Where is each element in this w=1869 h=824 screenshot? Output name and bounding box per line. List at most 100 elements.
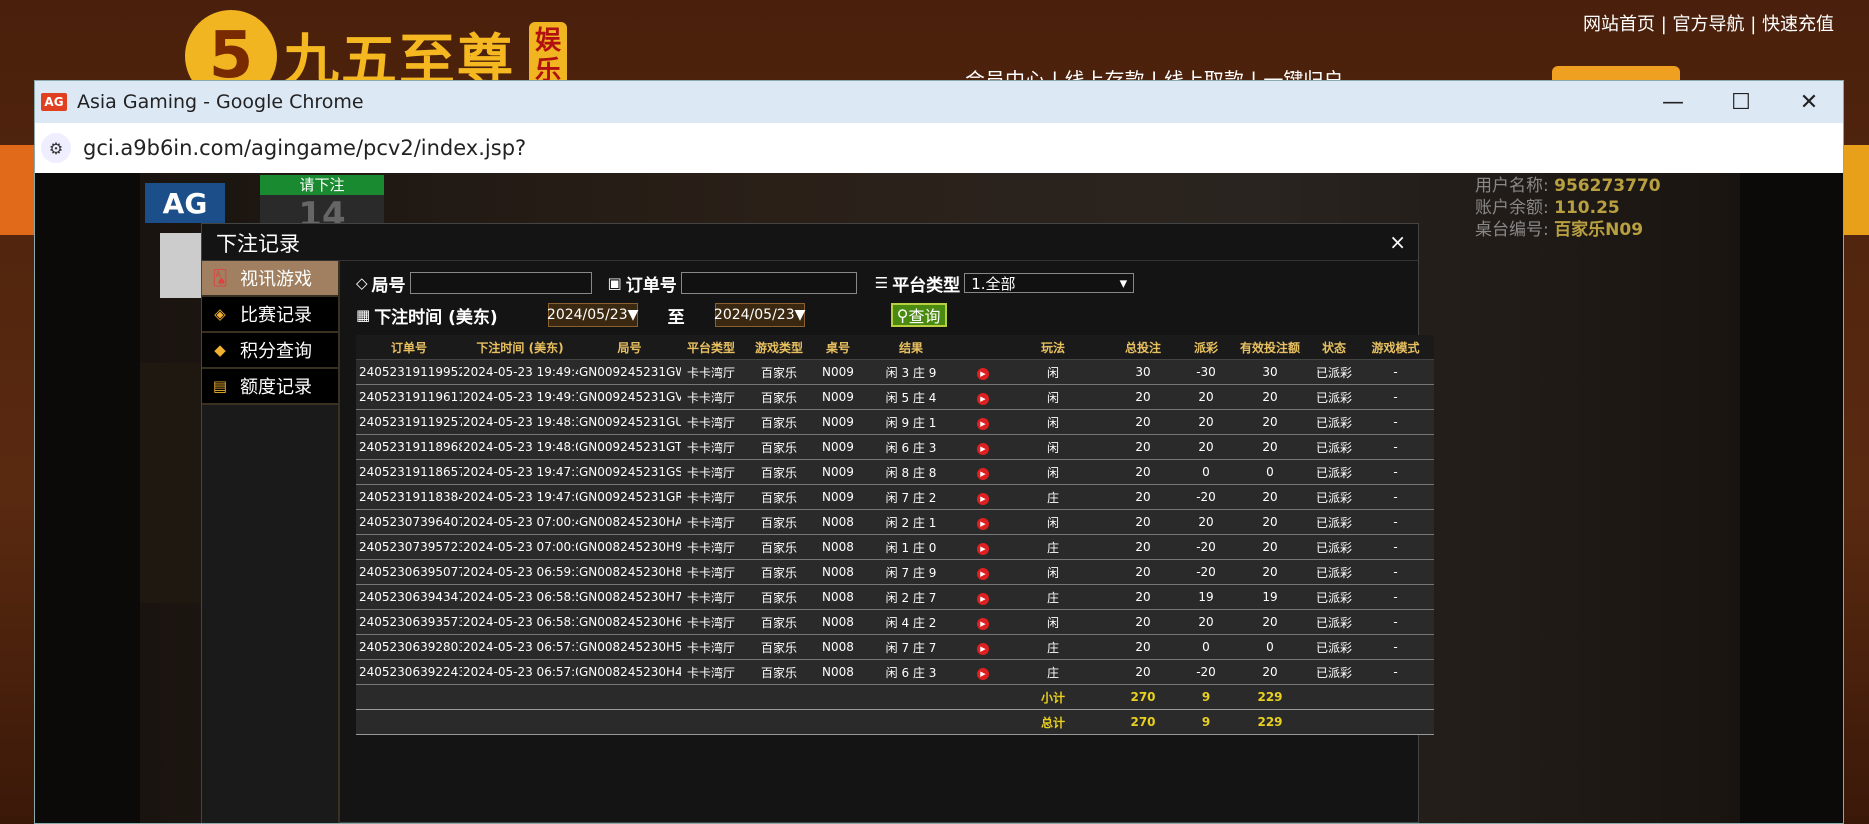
table-row: 2405230739572342024-05-23 07:00:06GN0082…	[356, 534, 1434, 560]
date-from-picker[interactable]: 2024/05/23▼	[547, 303, 638, 327]
table-cell: -30	[1183, 359, 1229, 385]
play-video-icon[interactable]: ▶	[977, 517, 989, 530]
table-cell: ▶	[963, 509, 1003, 535]
nav-credit-records[interactable]: ▤ 额度记录	[202, 369, 338, 405]
nav-label: 比赛记录	[240, 305, 312, 326]
table-cell: 20	[1103, 459, 1183, 485]
play-video-icon[interactable]: ▶	[977, 392, 989, 405]
list-icon: ☰	[874, 274, 889, 292]
table-cell: 20	[1183, 609, 1229, 635]
subtotal-cell: 229	[1229, 684, 1311, 710]
table-cell: 闲	[1003, 609, 1103, 635]
table-cell: 2024-05-23 06:59:30	[462, 559, 578, 585]
filter-row-2: ▦ 下注时间 (美东) 2024/05/23▼ 至 2024/05/23▼ ⚲ 查询	[356, 300, 1134, 330]
col-header: 桌号	[817, 335, 859, 360]
table-row: 2405231911838402024-05-23 19:47:03GN0092…	[356, 484, 1434, 510]
play-video-icon[interactable]: ▶	[977, 642, 989, 655]
table-row: 2405231911961162024-05-23 19:49:13GN0092…	[356, 384, 1434, 410]
table-row: 2405230639434752024-05-23 06:58:53GN0082…	[356, 584, 1434, 610]
table-cell: 卡卡湾厅	[681, 659, 741, 685]
table-cell: GN008245230H9	[578, 534, 681, 560]
play-video-icon[interactable]: ▶	[977, 492, 989, 505]
table-cell: 卡卡湾厅	[681, 509, 741, 535]
table-cell: 20	[1103, 584, 1183, 610]
round-input[interactable]	[409, 272, 592, 294]
date-to-picker[interactable]: 2024/05/23▼	[714, 303, 805, 327]
table-cell: 已派彩	[1311, 634, 1357, 660]
table-cell: 闲 3 庄 9	[859, 359, 963, 385]
play-video-icon[interactable]: ▶	[977, 367, 989, 380]
play-video-icon[interactable]: ▶	[977, 442, 989, 455]
play-video-icon[interactable]: ▶	[977, 667, 989, 680]
subtotal-cell: 小计	[1003, 684, 1103, 710]
window-title: Asia Gaming - Google Chrome	[77, 91, 364, 113]
table-cell: 2024-05-23 07:00:44	[462, 509, 578, 535]
close-window-button[interactable]: ✕	[1775, 81, 1843, 123]
site-button[interactable]	[1552, 66, 1680, 80]
table-cell: 闲 9 庄 1	[859, 409, 963, 435]
round-label: ◇ 局号	[356, 274, 406, 296]
table-cell: 2024-05-23 06:57:04	[462, 659, 578, 685]
balance-label: 账户余额:	[1475, 198, 1549, 218]
table-label: 桌台编号:	[1475, 220, 1549, 240]
table-cell: 20	[1229, 659, 1311, 685]
play-video-icon[interactable]: ▶	[977, 417, 989, 430]
play-video-icon[interactable]: ▶	[977, 617, 989, 630]
table-row: 2405230639280372024-05-23 06:57:34GN0082…	[356, 634, 1434, 660]
total-cell: 270	[1103, 709, 1183, 735]
col-header: 玩法	[1003, 335, 1103, 360]
table-cell: 20	[1103, 409, 1183, 435]
table-cell: -20	[1183, 659, 1229, 685]
table-cell: 20	[1103, 384, 1183, 410]
table-cell: -	[1357, 484, 1434, 510]
table-cell: ▶	[963, 634, 1003, 660]
table-cell: N009	[817, 434, 859, 460]
maximize-button[interactable]: ☐	[1707, 81, 1775, 123]
to-label: 至	[667, 307, 685, 328]
table-cell: 已派彩	[1311, 384, 1357, 410]
query-button[interactable]: ⚲ 查询	[890, 303, 947, 327]
title-bar[interactable]: AG Asia Gaming - Google Chrome — ☐ ✕	[35, 81, 1843, 123]
table-cell: 闲 7 庄 2	[859, 484, 963, 510]
table-cell: 240523063922437	[356, 659, 462, 685]
platform-select[interactable]: 1.全部 ▾	[964, 273, 1135, 293]
play-video-icon[interactable]: ▶	[977, 567, 989, 580]
table-cell: N008	[817, 534, 859, 560]
col-header: 总投注	[1103, 335, 1183, 360]
nav-match-records[interactable]: ◈ 比赛记录	[202, 297, 338, 333]
platform-label: ☰ 平台类型	[874, 274, 961, 296]
table-header-row: 订单号 下注时间 (美东) 局号 平台类型 游戏类型 桌号 结果 玩法 总投注 …	[356, 335, 1434, 360]
order-input[interactable]	[680, 272, 857, 294]
table-cell: 百家乐	[741, 559, 817, 585]
table-cell: N008	[817, 584, 859, 610]
table-cell: 19	[1229, 584, 1311, 610]
play-video-icon[interactable]: ▶	[977, 467, 989, 480]
table-cell: 百家乐	[741, 584, 817, 610]
table-cell: 2024-05-23 19:47:03	[462, 484, 578, 510]
table-cell: 闲	[1003, 384, 1103, 410]
play-video-icon[interactable]: ▶	[977, 542, 989, 555]
table-cell: 闲 8 庄 8	[859, 459, 963, 485]
close-icon[interactable]: ×	[1389, 230, 1406, 254]
minimize-button[interactable]: —	[1639, 81, 1707, 123]
table-cell: 百家乐	[741, 434, 817, 460]
table-cell: 2024-05-23 06:57:34	[462, 634, 578, 660]
nav-live-games[interactable]: 🂡 视讯游戏	[202, 261, 338, 297]
table-cell: 30	[1103, 359, 1183, 385]
document-icon: ▤	[212, 377, 228, 395]
nav-points-query[interactable]: ◆ 积分查询	[202, 333, 338, 369]
play-video-icon[interactable]: ▶	[977, 592, 989, 605]
site-info-icon[interactable]: ⚙	[41, 133, 71, 163]
table-cell: N008	[817, 559, 859, 585]
total-row: 总计 270 9 229	[356, 709, 1434, 735]
table-cell: 闲 2 庄 1	[859, 509, 963, 535]
table-cell: 已派彩	[1311, 659, 1357, 685]
table-cell: GN009245231GV	[578, 384, 681, 410]
table-cell: 20	[1229, 384, 1311, 410]
table-cell: ▶	[963, 459, 1003, 485]
table-row: 2405231911925792024-05-23 19:48:37GN0092…	[356, 409, 1434, 435]
table-cell: 百家乐	[741, 484, 817, 510]
url-text[interactable]: gci.a9b6in.com/agingame/pcv2/index.jsp?	[83, 136, 526, 160]
table-cell: 已派彩	[1311, 484, 1357, 510]
top-links[interactable]: 网站首页 | 官方导航 | 快速充值	[1583, 10, 1834, 36]
